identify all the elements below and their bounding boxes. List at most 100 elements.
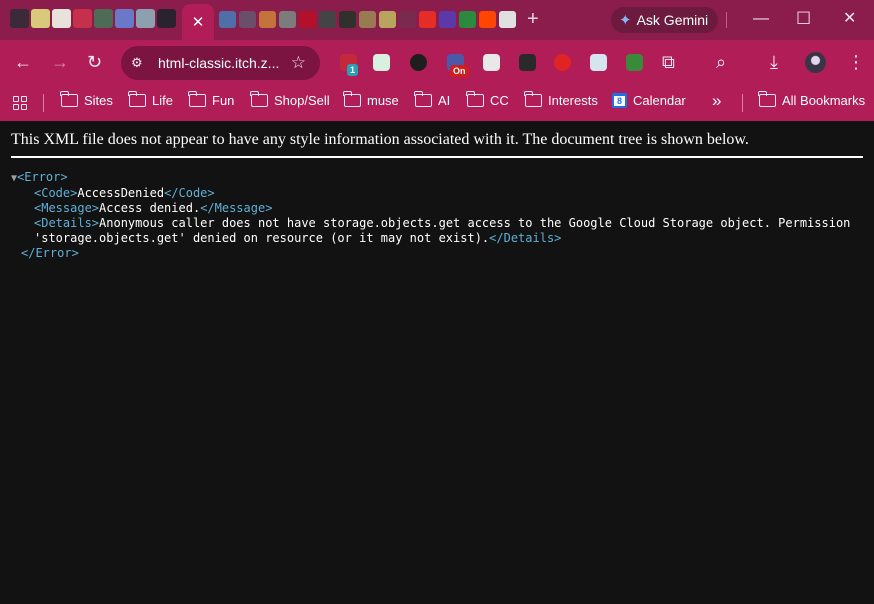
more-bookmarks-chevron-icon[interactable]: » bbox=[712, 91, 721, 111]
extension-icon[interactable] bbox=[373, 54, 390, 71]
calendar-icon: 8 bbox=[612, 93, 627, 108]
extension-icon[interactable] bbox=[554, 54, 571, 71]
menu-kebab-icon[interactable]: ⋮ bbox=[847, 52, 865, 72]
back-button[interactable]: ← bbox=[14, 52, 32, 72]
xml-style-notice: This XML file does not appear to have an… bbox=[11, 131, 863, 158]
folder-icon bbox=[128, 91, 146, 107]
bookmark-folder-interests[interactable]: Interests bbox=[524, 91, 598, 108]
tab-favicon[interactable] bbox=[459, 11, 476, 28]
ask-gemini-button[interactable]: ✦ Ask Gemini bbox=[611, 7, 718, 33]
details-open-tag: <Details> bbox=[34, 216, 100, 230]
divider bbox=[742, 94, 743, 112]
extension-badge: On bbox=[450, 65, 469, 77]
tab-favicon[interactable] bbox=[399, 11, 416, 28]
tab-favicon[interactable] bbox=[379, 11, 396, 28]
bookmark-label: Calendar bbox=[633, 93, 686, 108]
folder-icon bbox=[250, 91, 268, 107]
tab-favicon[interactable] bbox=[339, 11, 356, 28]
active-tab[interactable]: ✕ bbox=[182, 4, 214, 40]
bookmark-folder-sites[interactable]: Sites bbox=[60, 91, 113, 108]
url-text[interactable]: html-classic.itch.z... bbox=[158, 55, 279, 71]
extensions-puzzle-icon[interactable]: ⧉ bbox=[662, 52, 675, 72]
bookmark-folder-ai[interactable]: AI bbox=[414, 91, 450, 108]
divider bbox=[43, 94, 44, 112]
gemini-sparkle-icon: ✦ bbox=[619, 12, 632, 29]
bookmark-folder-life[interactable]: Life bbox=[128, 91, 173, 108]
folder-icon bbox=[188, 91, 206, 107]
message-open-tag: <Message> bbox=[34, 201, 100, 215]
tab-favicon[interactable] bbox=[479, 11, 496, 28]
xml-tree: ▼<Error> <Code>AccessDenied</Code> <Mess… bbox=[11, 170, 850, 261]
bookmark-folder-muse[interactable]: muse bbox=[343, 91, 399, 108]
tab-favicon[interactable] bbox=[73, 9, 92, 28]
reload-button[interactable]: ↻ bbox=[87, 52, 102, 72]
code-line: <Code>AccessDenied</Code> bbox=[11, 186, 850, 201]
tab-favicon[interactable] bbox=[52, 9, 71, 28]
bookmark-label: Life bbox=[152, 93, 173, 108]
extension-badge: 1 bbox=[347, 64, 359, 76]
bookmark-star-icon[interactable]: ☆ bbox=[291, 53, 306, 73]
bookmark-label: Interests bbox=[548, 93, 598, 108]
message-close-tag: </Message> bbox=[200, 201, 273, 215]
tab-favicon[interactable] bbox=[499, 11, 516, 28]
code-open-tag: <Code> bbox=[34, 186, 78, 200]
tab-favicon[interactable] bbox=[319, 11, 336, 28]
bookmark-folder-cc[interactable]: CC bbox=[466, 91, 509, 108]
maximize-button[interactable]: ☐ bbox=[796, 9, 811, 29]
close-window-button[interactable]: ✕ bbox=[843, 9, 856, 29]
details-close-tag: </Details> bbox=[489, 231, 562, 245]
ask-gemini-label: Ask Gemini bbox=[636, 12, 709, 28]
folder-icon bbox=[60, 91, 78, 107]
bookmark-calendar[interactable]: 8 Calendar bbox=[612, 93, 686, 108]
extension-icon[interactable] bbox=[590, 54, 607, 71]
bookmark-folder-fun[interactable]: Fun bbox=[188, 91, 235, 108]
details-line-continued: 'storage.objects.get' denied on resource… bbox=[11, 231, 850, 246]
extension-icon[interactable] bbox=[626, 54, 643, 71]
minimize-button[interactable]: — bbox=[753, 9, 769, 29]
bookmark-label: CC bbox=[490, 93, 509, 108]
extension-icon[interactable] bbox=[410, 54, 427, 71]
code-value: AccessDenied bbox=[77, 186, 165, 200]
site-info-icon[interactable]: ⚙ bbox=[131, 55, 147, 71]
bookmarks-bar: Sites Life Fun Shop/Sell muse AI CC Inte… bbox=[0, 86, 874, 121]
tab-favicon[interactable] bbox=[219, 11, 236, 28]
extension-icon[interactable] bbox=[519, 54, 536, 71]
tab-favicon[interactable] bbox=[439, 11, 456, 28]
tab-favicon[interactable] bbox=[359, 11, 376, 28]
tab-favicon[interactable] bbox=[419, 11, 436, 28]
bookmark-label: Fun bbox=[212, 93, 235, 108]
more-tabs bbox=[219, 11, 516, 28]
bookmark-label: muse bbox=[367, 93, 399, 108]
folder-icon bbox=[343, 91, 361, 107]
close-tab-icon[interactable]: ✕ bbox=[192, 13, 205, 31]
forward-button[interactable]: → bbox=[51, 52, 69, 72]
folder-icon bbox=[414, 91, 432, 107]
new-tab-button[interactable]: + bbox=[527, 9, 539, 29]
error-open-line: ▼<Error> bbox=[11, 170, 850, 186]
bookmark-folder-shop-sell[interactable]: Shop/Sell bbox=[250, 91, 330, 108]
error-close-tag: </Error> bbox=[21, 246, 79, 260]
address-bar[interactable]: ⚙ html-classic.itch.z... ☆ bbox=[121, 46, 320, 80]
apps-grid-icon[interactable] bbox=[13, 96, 27, 110]
tab-favicon[interactable] bbox=[10, 9, 29, 28]
tab-favicon[interactable] bbox=[239, 11, 256, 28]
tab-favicon[interactable] bbox=[299, 11, 316, 28]
tab-favicon[interactable] bbox=[94, 9, 113, 28]
download-icon[interactable]: ⤓ bbox=[770, 52, 778, 72]
details-value-line1: Anonymous caller does not have storage.o… bbox=[99, 216, 851, 230]
tab-favicon[interactable] bbox=[136, 9, 155, 28]
folder-icon bbox=[524, 91, 542, 107]
tab-favicon[interactable] bbox=[259, 11, 276, 28]
extension-icon[interactable] bbox=[483, 54, 500, 71]
tab-favicon[interactable] bbox=[115, 9, 134, 28]
tab-favicon[interactable] bbox=[279, 11, 296, 28]
error-close-line: </Error> bbox=[11, 246, 850, 261]
bookmark-label: All Bookmarks bbox=[782, 93, 866, 108]
tab-favicon[interactable] bbox=[31, 9, 50, 28]
tab-search-icon[interactable]: ⌕ bbox=[716, 52, 726, 72]
error-open-tag: <Error> bbox=[17, 170, 68, 184]
all-bookmarks-folder[interactable]: All Bookmarks bbox=[758, 91, 866, 108]
message-line: <Message>Access denied.</Message> bbox=[11, 201, 850, 216]
tab-favicon[interactable] bbox=[157, 9, 176, 28]
profile-avatar[interactable] bbox=[805, 52, 826, 73]
